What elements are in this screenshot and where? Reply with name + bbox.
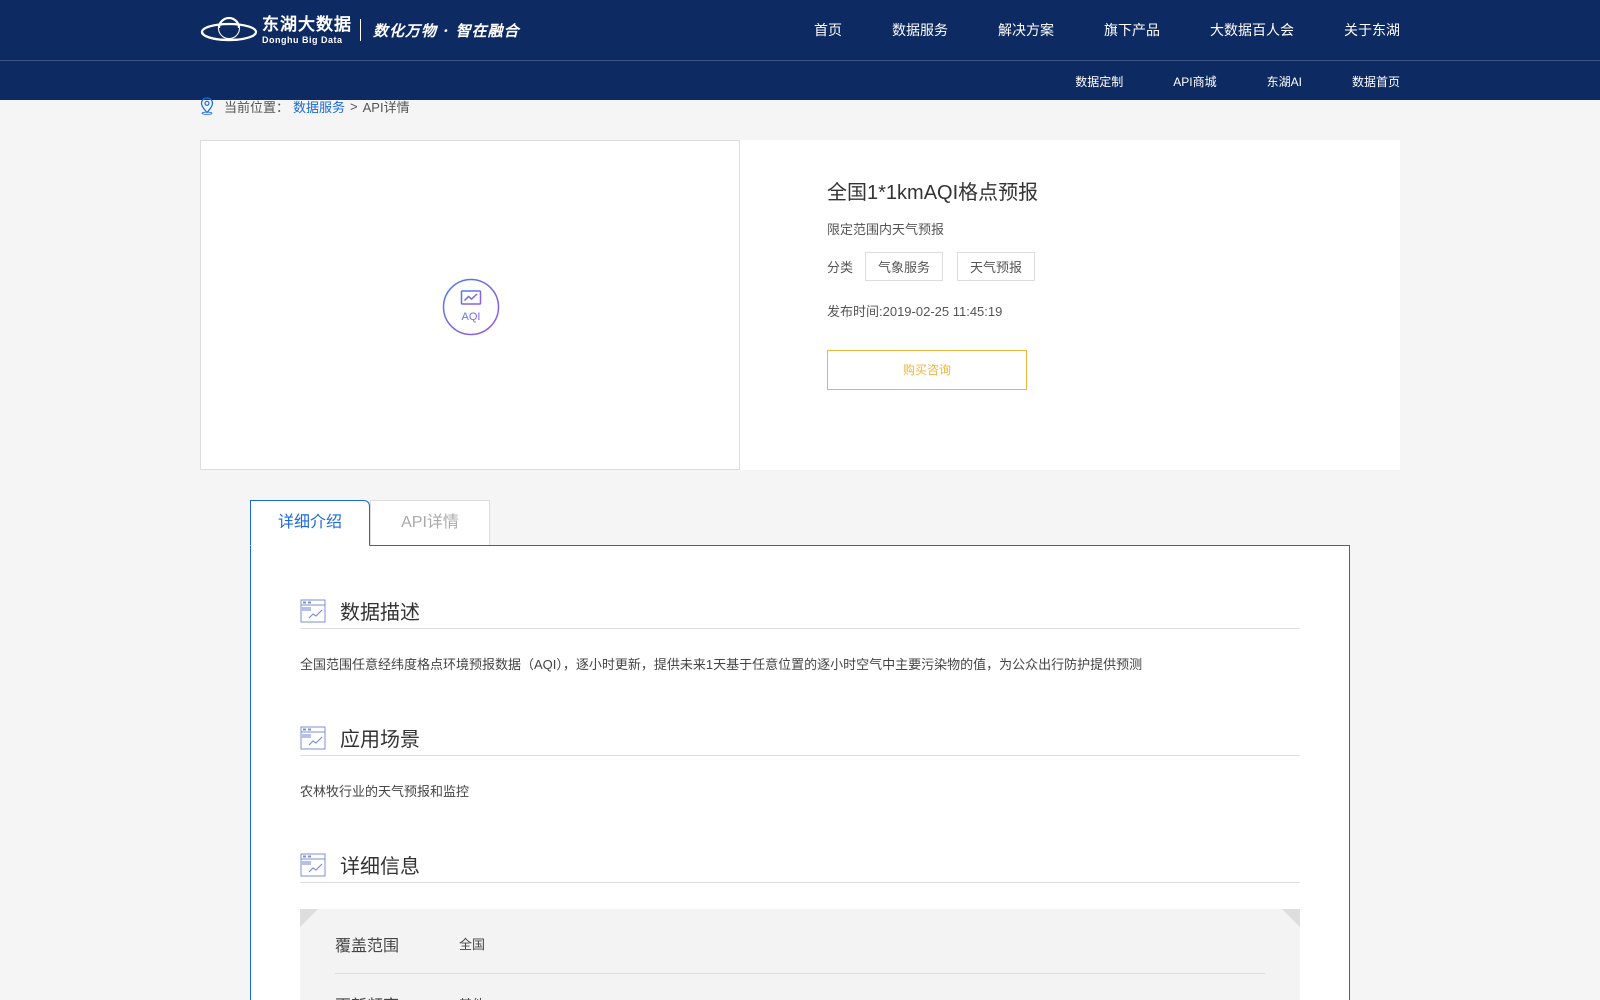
nav-item-about[interactable]: 关于东湖 <box>1344 20 1400 40</box>
site-logo[interactable]: 东湖大数据 Donghu Big Data 数化万物 · 智在融合 <box>200 12 520 48</box>
nav-item-bigdata-club[interactable]: 大数据百人会 <box>1210 20 1294 40</box>
publish-date: 发布时间:2019-02-25 11:45:19 <box>827 304 1003 319</box>
corner-decoration <box>1282 909 1300 927</box>
product-panel: AQI 全国1*1kmAQI格点预报 限定范围内天气预报 分类 气象服务 天气预… <box>200 140 1400 470</box>
top-header: 东湖大数据 Donghu Big Data 数化万物 · 智在融合 首页 数据服… <box>0 0 1600 60</box>
section-header-scenario: 应用场景 <box>300 720 1300 756</box>
subnav-item-data-home[interactable]: 数据首页 <box>1352 73 1400 90</box>
aqi-chart-icon: AQI <box>442 278 500 336</box>
buy-consult-button[interactable]: 购买咨询 <box>827 350 1027 390</box>
breadcrumb-prefix: 当前位置： <box>224 99 290 115</box>
planet-logo-icon <box>200 16 258 42</box>
product-info: 全国1*1kmAQI格点预报 限定范围内天气预报 分类 气象服务 天气预报 发布… <box>827 176 1327 390</box>
subnav-item-custom-data[interactable]: 数据定制 <box>1075 73 1123 90</box>
breadcrumb-current: API详情 <box>362 99 410 115</box>
sub-header: 数据定制 API商城 东湖AI 数据首页 <box>0 60 1600 100</box>
logo-name-en: Donghu Big Data <box>262 34 343 45</box>
breadcrumb-link-data-services[interactable]: 数据服务 <box>293 97 345 116</box>
sub-nav: 数据定制 API商城 东湖AI 数据首页 <box>1025 61 1400 101</box>
subnav-item-api-store[interactable]: API商城 <box>1173 73 1216 90</box>
chart-window-icon <box>300 599 326 622</box>
chart-window-icon <box>300 853 326 876</box>
main-nav: 首页 数据服务 解决方案 旗下产品 大数据百人会 关于东湖 <box>764 0 1400 60</box>
breadcrumb: 当前位置： 数据服务 > API详情 <box>200 96 410 116</box>
product-image: AQI <box>200 140 740 470</box>
section-text-description: 全国范围任意经纬度格点环境预报数据（AQI），逐小时更新，提供未来1天基于任意位… <box>300 657 1143 672</box>
location-pin-icon <box>200 97 214 115</box>
logo-slogan: 数化万物 · 智在融合 <box>373 21 520 40</box>
product-category: 分类 气象服务 天气预报 <box>827 252 1327 281</box>
nav-item-data-services[interactable]: 数据服务 <box>892 20 948 40</box>
tab-content: 数据描述 全国范围任意经纬度格点环境预报数据（AQI），逐小时更新，提供未来1天… <box>250 545 1350 1000</box>
details-key: 覆盖范围 <box>335 937 400 955</box>
category-tag[interactable]: 气象服务 <box>865 252 944 281</box>
product-subtitle: 限定范围内天气预报 <box>827 222 945 237</box>
details-row: 更新频率 其他 <box>335 974 1265 1000</box>
corner-decoration <box>300 909 318 927</box>
tab-api-details[interactable]: API详情 <box>370 500 490 546</box>
category-label: 分类 <box>827 260 854 275</box>
details-value: 全国 <box>459 937 486 952</box>
details-key: 更新频率 <box>335 992 459 1000</box>
chart-window-icon <box>300 726 326 749</box>
section-header-description: 数据描述 <box>300 593 1300 629</box>
details-value: 其他 <box>459 994 485 1000</box>
logo-name-cn: 东湖大数据 <box>262 14 352 34</box>
subnav-item-donghu-ai[interactable]: 东湖AI <box>1267 73 1302 90</box>
details-row: 覆盖范围 全国 <box>335 914 1265 974</box>
aqi-icon-label: AQI <box>462 311 481 323</box>
nav-item-solutions[interactable]: 解决方案 <box>998 20 1054 40</box>
details-table: 覆盖范围 全国 更新频率 其他 <box>300 909 1300 1000</box>
logo-divider <box>360 19 361 41</box>
section-title: 应用场景 <box>340 729 420 751</box>
section-title: 数据描述 <box>340 602 420 624</box>
nav-item-products[interactable]: 旗下产品 <box>1104 20 1160 40</box>
tab-detailed-intro[interactable]: 详细介绍 <box>250 500 370 546</box>
breadcrumb-separator: > <box>350 98 358 114</box>
section-header-details: 详细信息 <box>300 847 1300 883</box>
product-title: 全国1*1kmAQI格点预报 <box>827 182 1039 204</box>
nav-item-home[interactable]: 首页 <box>814 20 842 40</box>
section-text-scenario: 农林牧行业的天气预报和监控 <box>300 784 470 799</box>
section-title: 详细信息 <box>340 856 420 878</box>
category-tag[interactable]: 天气预报 <box>957 252 1036 281</box>
